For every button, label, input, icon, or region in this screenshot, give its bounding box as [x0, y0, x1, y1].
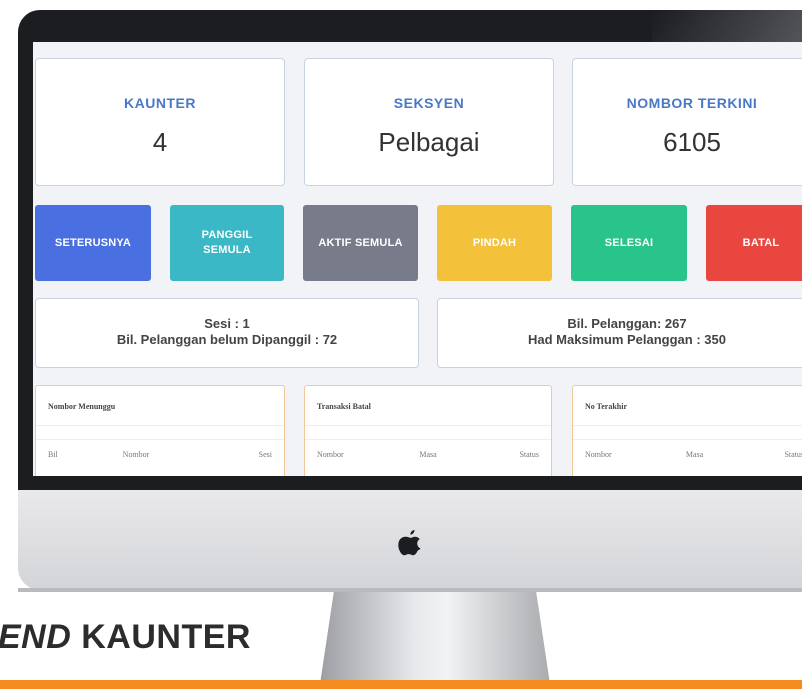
card-kaunter-value: 4: [152, 127, 168, 157]
table-header: Nombor Masa Status: [305, 440, 551, 459]
card-seksyen: SEKSYEN Pelbagai: [304, 58, 554, 186]
had-maksimum-text: Had Maksimum Pelanggan : 350: [528, 332, 726, 347]
card-nombor-terkini-value: 6105: [663, 127, 721, 157]
customer-count-box: Bil. Pelanggan: 267 Had Maksimum Pelangg…: [437, 298, 802, 368]
chin-shadow: [18, 588, 802, 592]
table-title: No Terakhir: [573, 386, 802, 426]
seterusnya-button[interactable]: SETERUSNYA: [35, 205, 151, 281]
table-header: Nombor Masa Status: [573, 440, 802, 459]
card-seksyen-value: Pelbagai: [378, 127, 480, 157]
aktif-semula-button[interactable]: AKTIF SEMULA: [303, 205, 418, 281]
belum-dipanggil-text: Bil. Pelanggan belum Dipanggil : 72: [116, 332, 338, 347]
table-header: Bil Nombor Sesi: [36, 440, 284, 459]
sesi-text: Sesi : 1: [204, 316, 250, 331]
table-title: Nombor Menunggu: [36, 386, 284, 426]
card-nombor-terkini: NOMBOR TERKINI 6105: [572, 58, 802, 186]
batal-button[interactable]: BATAL: [706, 205, 802, 281]
column-header[interactable]: Sesi: [197, 450, 272, 459]
table-divider: [573, 426, 802, 440]
nombor-menunggu-table: Nombor Menunggu Bil Nombor Sesi: [35, 385, 285, 476]
card-kaunter-label: KAUNTER: [124, 95, 196, 111]
card-nombor-terkini-label: NOMBOR TERKINI: [626, 95, 758, 111]
card-kaunter: KAUNTER 4: [35, 58, 285, 186]
column-header[interactable]: Status: [731, 450, 802, 459]
caption-text: END KAUNTER: [0, 618, 251, 657]
column-header[interactable]: Masa: [658, 450, 731, 459]
table-divider: [305, 426, 551, 440]
column-header[interactable]: Nombor: [123, 450, 198, 459]
caption-suffix: KAUNTER: [71, 618, 251, 656]
column-header[interactable]: Bil: [48, 450, 123, 459]
column-header[interactable]: Masa: [391, 450, 465, 459]
pindah-button[interactable]: PINDAH: [437, 205, 552, 281]
session-info-box: Sesi : 1 Bil. Pelanggan belum Dipanggil …: [35, 298, 419, 368]
column-header[interactable]: Status: [465, 450, 539, 459]
transaksi-batal-table: Transaksi Batal Nombor Masa Status: [304, 385, 552, 476]
brand-bar: [0, 680, 802, 689]
selesai-button[interactable]: SELESAI: [571, 205, 687, 281]
apple-logo-icon: [398, 530, 421, 556]
no-terakhir-table: No Terakhir Nombor Masa Status: [572, 385, 802, 476]
panggil-semula-button[interactable]: PANGGIL SEMULA: [170, 205, 284, 281]
column-header[interactable]: Nombor: [585, 450, 658, 459]
monitor-stand: [320, 592, 550, 684]
bil-pelanggan-text: Bil. Pelanggan: 267: [567, 316, 687, 331]
column-header[interactable]: Nombor: [317, 450, 391, 459]
panggil-semula-label: PANGGIL SEMULA: [201, 229, 253, 256]
table-title: Transaksi Batal: [305, 386, 551, 426]
card-seksyen-label: SEKSYEN: [393, 95, 465, 111]
caption-prefix: END: [0, 618, 72, 656]
kaunter-screen: KAUNTER 4 SEKSYEN Pelbagai NOMBOR TERKIN…: [33, 42, 802, 476]
table-divider: [36, 426, 284, 440]
